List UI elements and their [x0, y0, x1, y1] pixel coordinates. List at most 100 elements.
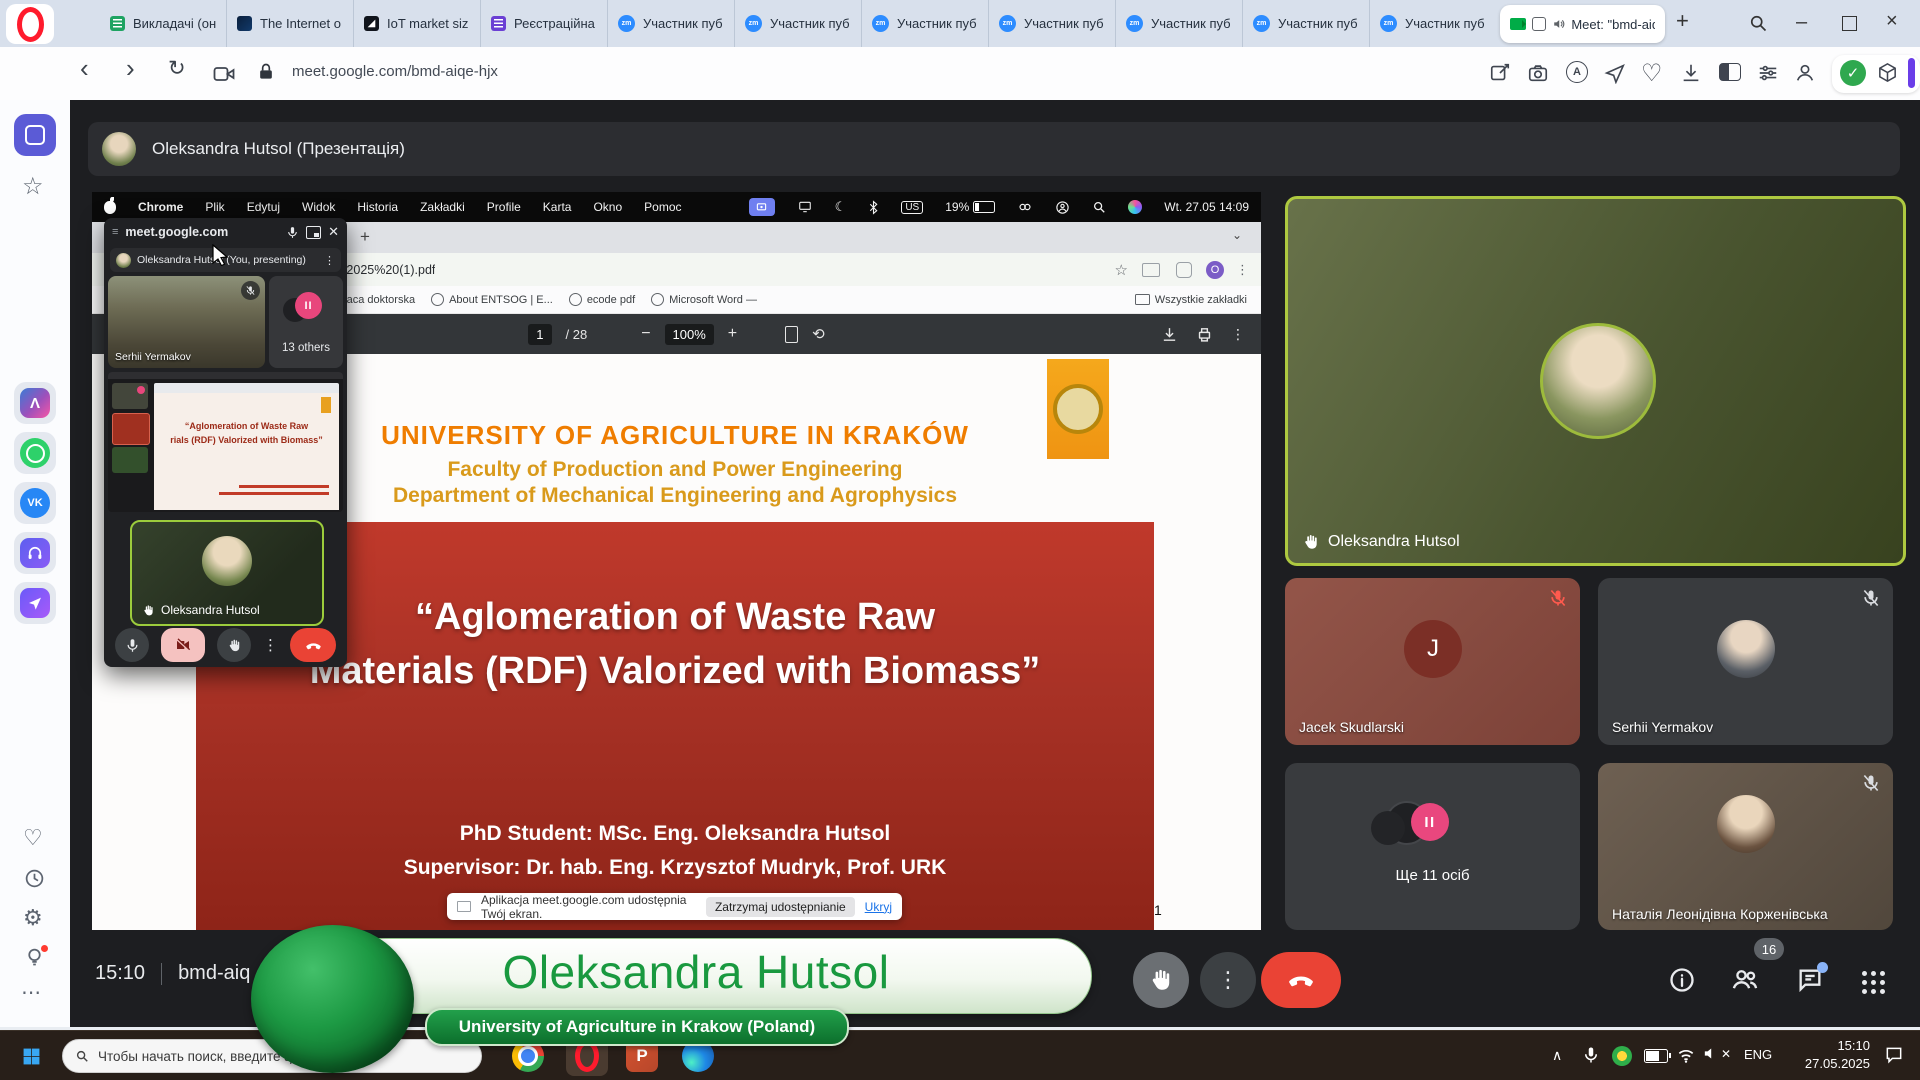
user-switch-icon[interactable]: [1055, 200, 1070, 215]
tab-meet-active[interactable]: Meet: "bmd-aiq: [1500, 5, 1665, 43]
tray-wifi-icon[interactable]: [1676, 1045, 1696, 1065]
opera-menu-button[interactable]: [6, 4, 54, 44]
mini-participant-tile[interactable]: Serhii Yermakov: [108, 276, 265, 368]
mini-close-icon[interactable]: ✕: [328, 224, 339, 240]
chrome-new-tab-button[interactable]: +: [360, 227, 370, 247]
siri-icon[interactable]: [1128, 200, 1142, 214]
menu-historia[interactable]: Historia: [357, 200, 398, 214]
bluetooth-icon[interactable]: [868, 200, 879, 215]
profile-icon[interactable]: [1794, 62, 1816, 84]
stop-sharing-button[interactable]: Zatrzymaj udostępnianie: [706, 897, 855, 917]
notification-center-icon[interactable]: [1884, 1045, 1904, 1065]
more-options-button[interactable]: ⋮: [1200, 952, 1256, 1008]
chrome-menu-icon[interactable]: ⋮: [1236, 262, 1249, 278]
side-panel-icon[interactable]: [1176, 262, 1192, 278]
popup-icon[interactable]: [1532, 17, 1546, 31]
mini-mic-icon[interactable]: [286, 226, 299, 239]
aria-send-icon[interactable]: [1604, 62, 1626, 84]
likes-heart-icon[interactable]: ♡: [23, 825, 43, 851]
participant-tile-jacek[interactable]: J Jacek Skudlarski: [1285, 578, 1580, 745]
tab-zoom-participant[interactable]: zm Участник пуб: [1243, 0, 1370, 47]
tab-zoom-participant[interactable]: zm Участник пуб: [608, 0, 735, 47]
spotlight-search-icon[interactable]: [1092, 200, 1106, 214]
tab-iot-market[interactable]: ◢ IoT market siz: [354, 0, 481, 47]
hide-link[interactable]: Ukryj: [865, 900, 892, 914]
reading-list-icon[interactable]: [1142, 263, 1160, 277]
window-close-button[interactable]: ×: [1886, 10, 1898, 33]
activities-grid-button[interactable]: [1862, 971, 1885, 994]
tab-zoom-participant[interactable]: zm Участник пуб: [1116, 0, 1243, 47]
all-bookmarks-button[interactable]: Wszystkie zakładki: [1135, 294, 1247, 306]
mini-mic-button[interactable]: [115, 628, 149, 662]
tray-volume-muted-icon[interactable]: ✕: [1702, 1045, 1731, 1062]
menu-profile[interactable]: Profile: [487, 200, 521, 214]
vk-button[interactable]: VK: [14, 482, 56, 524]
link-icon[interactable]: [1017, 200, 1033, 214]
meeting-info-button[interactable]: [1668, 966, 1696, 994]
tab-audio-icon[interactable]: [1552, 17, 1565, 31]
settings-gear-icon[interactable]: ⚙: [23, 905, 43, 931]
participant-tile-nataliia[interactable]: Наталія Леонідівна Корженівська: [1598, 763, 1893, 930]
moon-icon[interactable]: ☾: [835, 199, 847, 215]
mini-title-bar[interactable]: ≡ meet.google.com ✕: [104, 218, 347, 246]
tab-zoom-participant[interactable]: zm Участник пуб: [735, 0, 862, 47]
downloads-icon[interactable]: [1680, 62, 1702, 84]
tab-zoom-participant[interactable]: zm Участник пуб: [1370, 0, 1497, 47]
pause-badge[interactable]: II: [295, 292, 322, 319]
menu-karta[interactable]: Karta: [543, 200, 572, 214]
sidebar-toggle-icon[interactable]: [1908, 58, 1915, 88]
participant-tile-serhii[interactable]: Serhii Yermakov: [1598, 578, 1893, 745]
chat-button[interactable]: [1796, 966, 1824, 999]
easy-setup-bulb-icon[interactable]: [24, 947, 45, 973]
pdf-page-input[interactable]: 1: [528, 324, 551, 345]
drag-handle-icon[interactable]: ≡: [112, 226, 118, 238]
tab-registration[interactable]: Реєстраційна: [481, 0, 608, 47]
favorites-heart-icon[interactable]: ♡: [1641, 59, 1663, 88]
mini-hand-button[interactable]: [217, 628, 251, 662]
mini-self-tile[interactable]: Oleksandra Hutsol: [130, 520, 324, 626]
end-call-button[interactable]: [1261, 952, 1341, 1008]
menu-edytuj[interactable]: Edytuj: [247, 200, 280, 214]
people-button[interactable]: [1730, 966, 1760, 994]
bookmark-star-icon[interactable]: ☆: [1115, 261, 1128, 279]
bookmarks-star-icon[interactable]: ☆: [22, 172, 44, 201]
tab-the-internet[interactable]: The Internet o: [227, 0, 354, 47]
menu-chrome[interactable]: Chrome: [138, 200, 183, 214]
rotate-icon[interactable]: ⟲: [812, 325, 825, 343]
menu-bar-clock[interactable]: Wt. 27.05 14:09: [1164, 200, 1249, 214]
zoom-in-button[interactable]: +: [728, 325, 737, 343]
pdf-download-icon[interactable]: [1161, 326, 1178, 343]
bookmark-item[interactable]: ecode pdf: [569, 293, 635, 306]
mini-more-button[interactable]: ⋮: [263, 636, 278, 654]
tray-clock[interactable]: 15:10 27.05.2025: [1790, 1037, 1870, 1073]
tab-search-icon[interactable]: [1748, 13, 1768, 33]
tab-vykladachi[interactable]: Викладачі (он: [100, 0, 227, 47]
aria-app-button[interactable]: Λ: [14, 382, 56, 424]
mini-camera-off-button[interactable]: [161, 628, 205, 662]
extensions-cube-icon[interactable]: [1876, 61, 1899, 84]
tab-zoom-participant[interactable]: zm Участник пуб: [989, 0, 1116, 47]
history-clock-icon[interactable]: [24, 868, 45, 889]
participant-tile-others[interactable]: II Ще 11 осіб: [1285, 763, 1580, 930]
mini-pip-icon[interactable]: [306, 226, 321, 239]
url-text[interactable]: meet.google.com/bmd-aiqe-hjx: [292, 63, 498, 80]
whatsapp-button[interactable]: [14, 432, 56, 474]
raise-hand-button[interactable]: [1133, 952, 1189, 1008]
telegram-button[interactable]: [14, 582, 56, 624]
camera-icon[interactable]: [1527, 62, 1549, 84]
pdf-zoom-level[interactable]: 100%: [665, 324, 714, 345]
adblock-check-icon[interactable]: ✓: [1840, 60, 1866, 86]
keyboard-layout-indicator[interactable]: US: [901, 201, 923, 214]
mini-others-tile[interactable]: II 13 others: [269, 276, 343, 368]
apple-icon[interactable]: [104, 201, 116, 214]
translate-icon[interactable]: A: [1566, 61, 1588, 83]
tab-capture-icon[interactable]: [212, 62, 236, 86]
display-icon[interactable]: [797, 200, 813, 214]
tray-battery-icon[interactable]: [1644, 1049, 1668, 1063]
window-minimize-button[interactable]: –: [1796, 11, 1807, 34]
snapshot-icon[interactable]: [1489, 62, 1511, 84]
mini-end-call-button[interactable]: [290, 628, 336, 662]
player-button[interactable]: [14, 532, 56, 574]
start-button[interactable]: [22, 1047, 41, 1066]
menu-pomoc[interactable]: Pomoc: [644, 200, 681, 214]
